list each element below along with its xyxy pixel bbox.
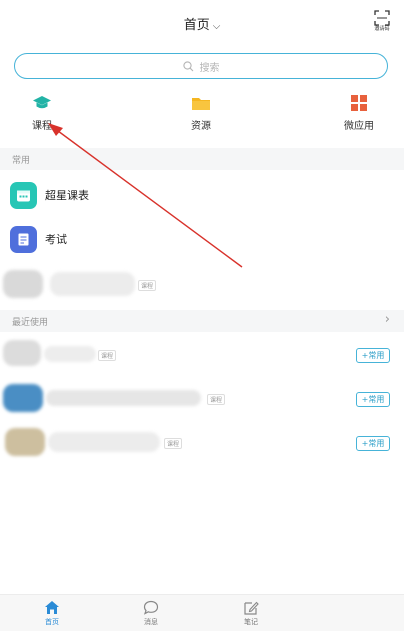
note-edit-icon [244, 601, 259, 615]
top-header: 首页 ⌵ 邀请码 [0, 0, 404, 46]
chat-bubble-icon [143, 600, 159, 615]
course-thumbnail [5, 428, 45, 456]
exam-paper-icon [10, 225, 37, 253]
app-label: 考试 [45, 233, 67, 246]
calendar-icon [10, 181, 37, 209]
course-thumbnail [3, 384, 43, 412]
home-icon [45, 601, 59, 614]
section-recent-header[interactable]: 最近使用 › [0, 310, 404, 332]
quick-entry-courses[interactable]: 课程 [12, 95, 72, 132]
app-item-exam[interactable]: 考试 [10, 224, 67, 254]
chevron-right-icon: › [384, 312, 390, 327]
quick-entry-label: 课程 [32, 121, 52, 132]
tab-label: 消息 [144, 618, 158, 626]
course-title-blurred [46, 390, 201, 406]
add-to-common-button[interactable]: +常用 [356, 436, 390, 451]
course-title-blurred [44, 346, 96, 362]
tab-label: 笔记 [244, 618, 258, 626]
section-title: 最近使用 [12, 318, 49, 328]
course-title-blurred [48, 432, 160, 452]
common-course-item[interactable]: 课程 [0, 268, 404, 302]
page-title-dropdown[interactable]: 首页 ⌵ [0, 14, 404, 33]
app-item-schedule[interactable]: 超星课表 [10, 180, 89, 210]
scan-label: 邀请码 [374, 26, 390, 32]
section-title: 常用 [12, 156, 31, 166]
quick-entry-label: 资源 [191, 121, 211, 132]
tab-home[interactable]: 首页 [27, 600, 77, 627]
page-title: 首页 [183, 18, 210, 33]
course-tag: 课程 [98, 350, 117, 361]
folder-icon [192, 98, 210, 110]
recent-item[interactable]: 课程 +常用 [0, 426, 404, 460]
add-to-common-button[interactable]: +常用 [356, 348, 390, 363]
bottom-tab-bar: 首页 消息 笔记 [0, 594, 404, 631]
quick-entry-micro-apps[interactable]: 微应用 [329, 95, 389, 132]
course-tag: 课程 [138, 280, 157, 291]
tab-messages[interactable]: 消息 [126, 600, 176, 627]
search-placeholder: 搜索 [199, 62, 220, 74]
tab-notes[interactable]: 笔记 [226, 600, 276, 627]
course-title-blurred [50, 272, 135, 296]
grid-apps-icon [351, 95, 367, 111]
scan-button[interactable]: 邀请码 [370, 10, 394, 36]
tab-label: 首页 [45, 618, 59, 626]
course-thumbnail [3, 270, 43, 298]
add-to-common-button[interactable]: +常用 [356, 392, 390, 407]
graduation-cap-icon [33, 96, 51, 109]
scan-icon [374, 10, 390, 26]
recent-item[interactable]: 课程 +常用 [0, 338, 404, 372]
recent-item[interactable]: 课程 +常用 [0, 382, 404, 416]
chevron-down-icon: ⌵ [212, 21, 221, 32]
app-label: 超星课表 [45, 189, 89, 202]
quick-entry-resources[interactable]: 资源 [171, 95, 231, 132]
course-thumbnail [3, 340, 41, 366]
search-icon [182, 60, 193, 71]
section-common-header: 常用 [0, 148, 404, 170]
search-input[interactable]: 搜索 [14, 53, 388, 79]
quick-entry-label: 微应用 [344, 121, 374, 132]
course-tag: 课程 [164, 438, 183, 449]
course-tag: 课程 [207, 394, 226, 405]
